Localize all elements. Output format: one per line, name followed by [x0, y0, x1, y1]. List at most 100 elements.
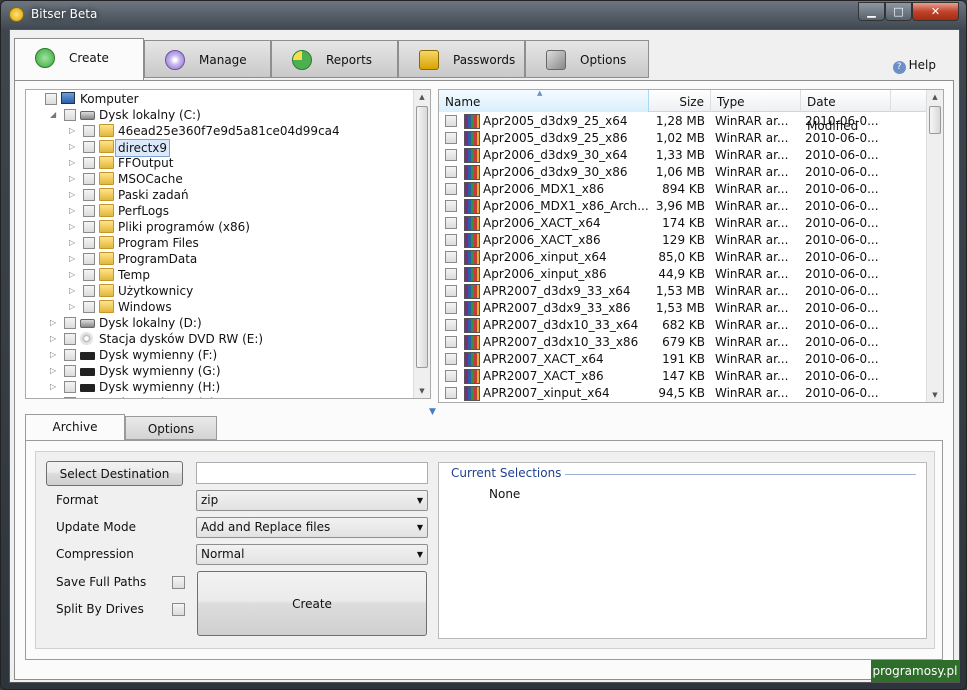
- row-checkbox[interactable]: [445, 302, 457, 314]
- tab-options[interactable]: Options: [525, 40, 649, 78]
- row-checkbox[interactable]: [445, 370, 457, 382]
- table-row[interactable]: Apr2006_d3dx9_30_x64 1,33 MB WinRAR ar... 2…: [439, 147, 928, 164]
- table-row[interactable]: Apr2005_d3dx9_25_x86 1,02 MB WinRAR ar... 2…: [439, 130, 928, 147]
- files-scrollbar[interactable]: ▲ ▼: [926, 90, 943, 402]
- tree-checkbox[interactable]: [64, 397, 76, 398]
- expand-arrow-icon[interactable]: ▷: [69, 123, 79, 139]
- row-checkbox[interactable]: [445, 200, 457, 212]
- row-checkbox[interactable]: [445, 268, 457, 280]
- table-row[interactable]: APR2007_d3dx10_33_x64 682 KB WinRAR ar... 2…: [439, 317, 928, 334]
- tree-checkbox[interactable]: [64, 333, 76, 345]
- row-checkbox[interactable]: [445, 217, 457, 229]
- tree-checkbox[interactable]: [83, 205, 95, 217]
- create-button[interactable]: Create: [197, 571, 427, 636]
- row-checkbox[interactable]: [445, 251, 457, 263]
- scroll-down-icon[interactable]: ▼: [414, 384, 430, 398]
- tree-checkbox[interactable]: [64, 381, 76, 393]
- table-row[interactable]: Apr2006_MDX1_x86_Arch... 3,96 MB WinRAR ar…: [439, 198, 928, 215]
- row-checkbox[interactable]: [445, 183, 457, 195]
- table-row[interactable]: Apr2006_xinput_x86 44,9 KB WinRAR ar... 201…: [439, 266, 928, 283]
- file-list[interactable]: ▲ Name Size Type Date Modified ▲ ▼ Apr200…: [438, 89, 944, 403]
- tree-checkbox[interactable]: [83, 157, 95, 169]
- tree-checkbox[interactable]: [45, 93, 57, 105]
- row-checkbox[interactable]: [445, 149, 457, 161]
- table-row[interactable]: APR2007_d3dx9_33_x86 1,53 MB WinRAR ar... 2…: [439, 300, 928, 317]
- scroll-thumb[interactable]: [416, 106, 428, 368]
- row-checkbox[interactable]: [445, 319, 457, 331]
- expand-arrow-icon[interactable]: ▷: [69, 299, 79, 315]
- tab-manage[interactable]: Manage: [144, 40, 271, 78]
- expand-arrow-icon[interactable]: ▷: [69, 139, 79, 155]
- scroll-down-icon[interactable]: ▼: [927, 388, 943, 402]
- tree-checkbox[interactable]: [83, 189, 95, 201]
- row-checkbox[interactable]: [445, 285, 457, 297]
- tree-checkbox[interactable]: [83, 125, 95, 137]
- update-mode-select[interactable]: Add and Replace files ▼: [196, 517, 428, 538]
- expand-arrow-icon[interactable]: ▷: [50, 347, 60, 363]
- expand-arrow-icon[interactable]: ▷: [69, 203, 79, 219]
- expand-arrow-icon[interactable]: ▷: [69, 251, 79, 267]
- tree-checkbox[interactable]: [83, 269, 95, 281]
- compression-select[interactable]: Normal ▼: [196, 544, 428, 565]
- tree-checkbox[interactable]: [83, 141, 95, 153]
- tree-checkbox[interactable]: [83, 301, 95, 313]
- table-row[interactable]: Apr2006_d3dx9_30_x86 1,06 MB WinRAR ar... 2…: [439, 164, 928, 181]
- expand-arrow-icon[interactable]: ▷: [50, 315, 60, 331]
- column-date[interactable]: Date Modified: [801, 90, 891, 133]
- expand-arrow-icon[interactable]: ▷: [69, 267, 79, 283]
- expand-arrow-icon[interactable]: ▷: [50, 395, 60, 398]
- close-button[interactable]: ✕: [912, 2, 959, 21]
- tree-checkbox[interactable]: [83, 221, 95, 233]
- scroll-up-icon[interactable]: ▲: [414, 90, 430, 104]
- format-select[interactable]: zip ▼: [196, 490, 428, 511]
- table-row[interactable]: Apr2005_d3dx9_25_x64 1,28 MB WinRAR ar... 2…: [439, 113, 928, 130]
- expand-arrow-icon[interactable]: ▷: [50, 379, 60, 395]
- expand-arrow-icon[interactable]: ▷: [69, 187, 79, 203]
- maximize-button[interactable]: □: [885, 2, 912, 21]
- table-row[interactable]: APR2007_xinput_x64 94,5 KB WinRAR ar... 201…: [439, 385, 928, 402]
- tree-checkbox[interactable]: [83, 173, 95, 185]
- split-by-drives-checkbox[interactable]: [172, 603, 185, 616]
- row-checkbox[interactable]: [445, 387, 457, 399]
- column-size[interactable]: Size: [649, 90, 711, 112]
- row-checkbox[interactable]: [445, 132, 457, 144]
- row-checkbox[interactable]: [445, 234, 457, 246]
- expand-arrow-icon[interactable]: ▷: [69, 283, 79, 299]
- expand-arrow-icon[interactable]: ▷: [69, 171, 79, 187]
- table-row[interactable]: APR2007_d3dx10_33_x86 679 KB WinRAR ar... 2…: [439, 334, 928, 351]
- tree-checkbox[interactable]: [64, 365, 76, 377]
- table-row[interactable]: Apr2006_XACT_x86 129 KB WinRAR ar... 2010-0…: [439, 232, 928, 249]
- tab-reports[interactable]: Reports: [271, 40, 398, 78]
- tree-checkbox[interactable]: [83, 253, 95, 265]
- help-link[interactable]: ? Help: [892, 58, 936, 74]
- tree-checkbox[interactable]: [83, 285, 95, 297]
- column-type[interactable]: Type: [711, 90, 801, 112]
- table-row[interactable]: Apr2006_xinput_x64 85,0 KB WinRAR ar... 201…: [439, 249, 928, 266]
- tree-scrollbar[interactable]: ▲ ▼: [413, 90, 430, 398]
- row-checkbox[interactable]: [445, 166, 457, 178]
- tab-create[interactable]: Create: [14, 38, 144, 80]
- destination-input[interactable]: [196, 462, 428, 484]
- title-bar[interactable]: Bitser Beta ▁ □ ✕: [1, 1, 966, 27]
- expand-arrow-icon[interactable]: ▷: [50, 331, 60, 347]
- table-row[interactable]: APR2007_XACT_x86 147 KB WinRAR ar... 2010-0…: [439, 368, 928, 385]
- column-name[interactable]: ▲ Name: [439, 90, 649, 112]
- tree-checkbox[interactable]: [64, 349, 76, 361]
- row-checkbox[interactable]: [445, 353, 457, 365]
- expand-arrow-icon[interactable]: ▷: [69, 235, 79, 251]
- tab-archive-options[interactable]: Options: [125, 416, 217, 440]
- tree-checkbox[interactable]: [64, 317, 76, 329]
- expand-arrow-icon[interactable]: ▷: [69, 155, 79, 171]
- tab-passwords[interactable]: Passwords: [398, 40, 525, 78]
- save-full-paths-checkbox[interactable]: [172, 576, 185, 589]
- select-destination-button[interactable]: Select Destination: [46, 461, 183, 486]
- folder-tree[interactable]: ▲ ▼ Komputer ◢ Dysk lokalny (C:) ▷ 46ead25e3…: [25, 89, 431, 399]
- tab-archive[interactable]: Archive: [25, 414, 125, 441]
- scroll-up-icon[interactable]: ▲: [927, 90, 943, 104]
- tree-checkbox[interactable]: [64, 109, 76, 121]
- expanded-arrow-icon[interactable]: ◢: [50, 107, 60, 123]
- minimize-button[interactable]: ▁: [858, 2, 885, 21]
- tree-checkbox[interactable]: [83, 237, 95, 249]
- table-row[interactable]: APR2007_XACT_x64 191 KB WinRAR ar... 2010-0…: [439, 351, 928, 368]
- expand-arrow-icon[interactable]: ▷: [69, 219, 79, 235]
